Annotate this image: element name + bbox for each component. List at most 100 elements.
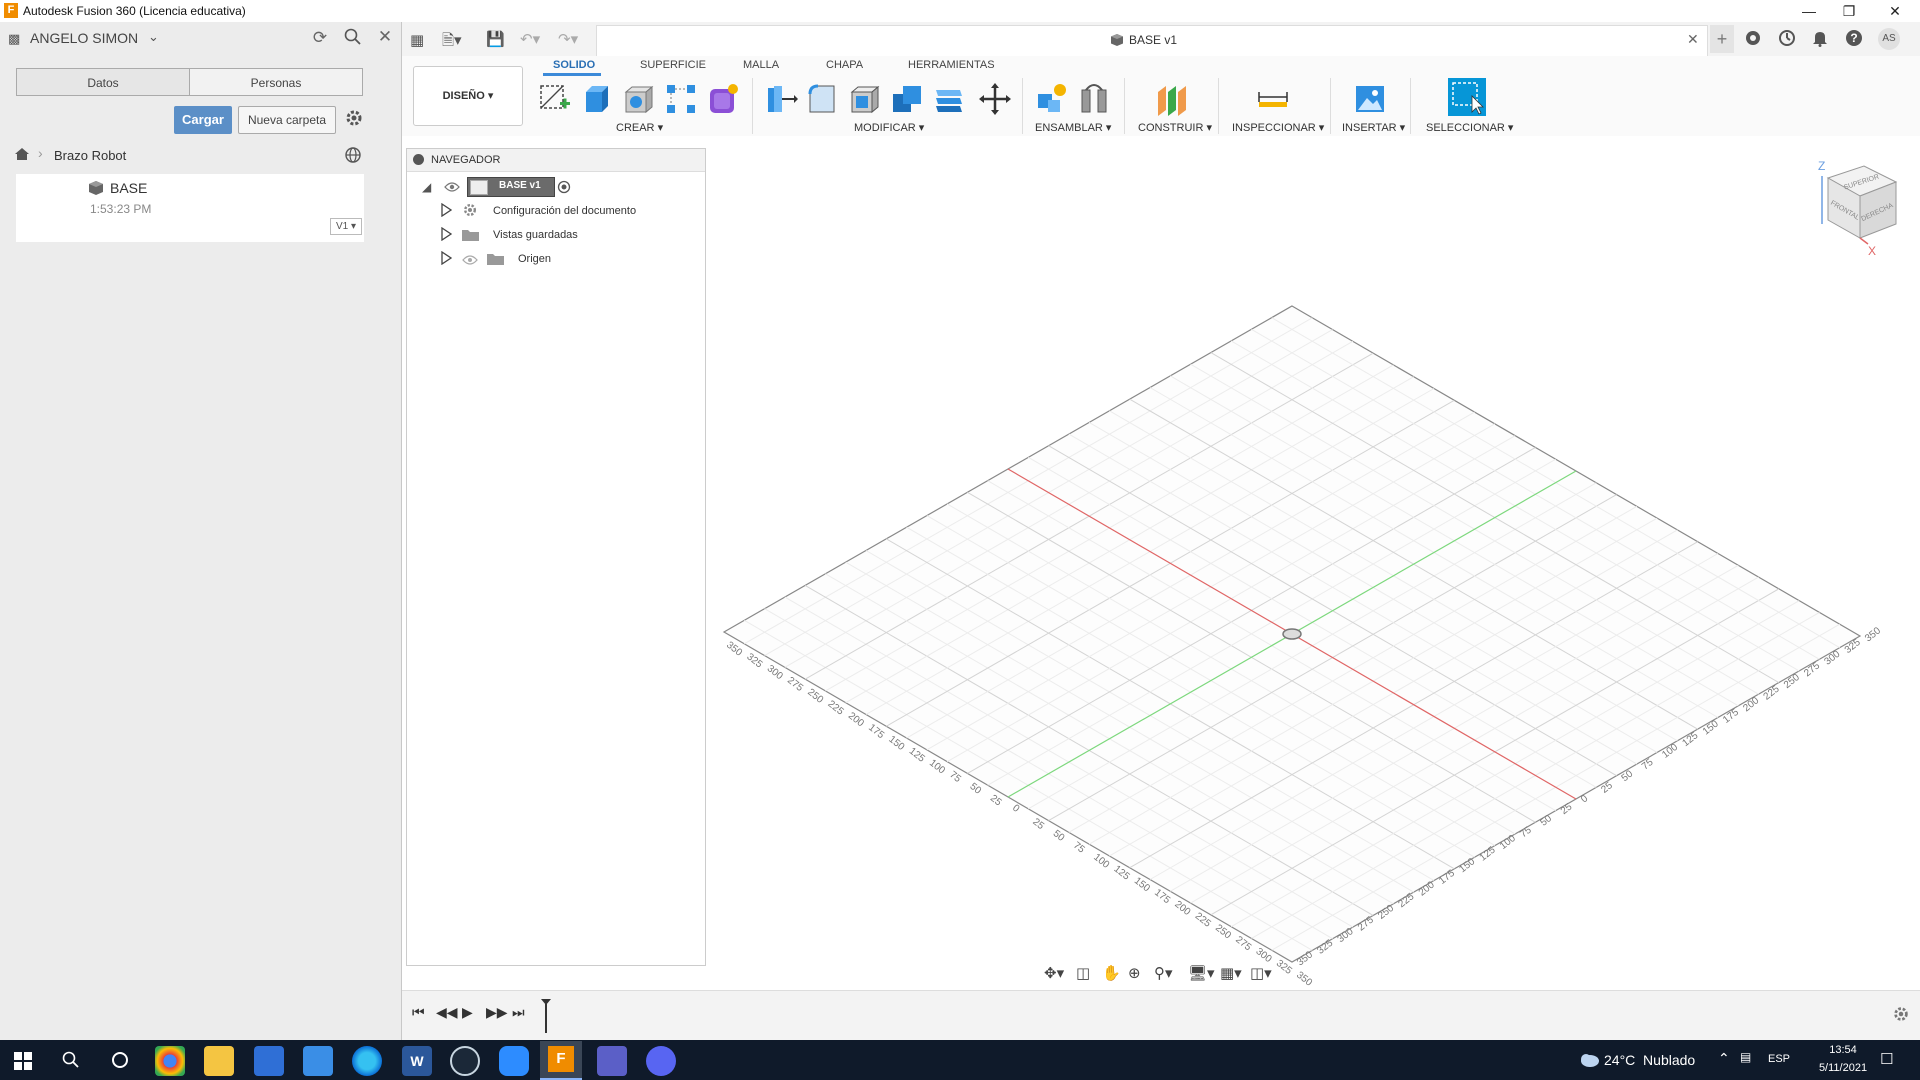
play-icon[interactable]: ▶ — [462, 1004, 473, 1021]
shell-icon[interactable] — [848, 82, 882, 116]
tab-chapa[interactable]: CHAPA — [826, 59, 863, 71]
clock-date[interactable]: 5/11/2021 — [1808, 1062, 1878, 1074]
chrome-icon[interactable] — [155, 1046, 185, 1076]
move-copy-icon[interactable] — [978, 82, 1012, 116]
orbit-icon[interactable]: ✥▾ — [1044, 964, 1064, 982]
close-panel-icon[interactable]: ✕ — [374, 27, 396, 47]
tab-solido[interactable]: SOLIDO — [553, 59, 595, 71]
save-icon[interactable]: 💾 — [486, 30, 505, 48]
view-cube[interactable]: SUPERIOR FRONTAL DERECHA Z X — [1806, 156, 1906, 258]
help-icon[interactable]: ? — [1845, 29, 1863, 52]
zoom-app-icon[interactable] — [499, 1046, 529, 1076]
zoom-icon[interactable]: ⊕ — [1128, 964, 1141, 982]
split-body-icon[interactable] — [932, 82, 966, 116]
redo-icon[interactable]: ↷▾ — [558, 30, 578, 48]
show-hidden-icons[interactable]: ⌃ — [1718, 1050, 1730, 1067]
tab-malla[interactable]: MALLA — [743, 59, 779, 71]
clock-time[interactable]: 13:54 — [1818, 1044, 1868, 1056]
extrude-icon[interactable] — [580, 82, 614, 116]
insert-image-icon[interactable] — [1353, 82, 1387, 116]
search-icon[interactable] — [344, 28, 362, 51]
tree-item-config[interactable]: Configuración del documento — [493, 205, 636, 217]
root-component-node[interactable]: BASE v1 — [467, 177, 555, 197]
microsoft-store-icon[interactable] — [254, 1046, 284, 1076]
group-ensamblar[interactable]: ENSAMBLAR ▾ — [1035, 121, 1111, 134]
group-insertar[interactable]: INSERTAR ▾ — [1342, 121, 1405, 134]
workspace-switcher[interactable]: DISEÑO ▾ — [413, 66, 523, 126]
extensions-icon[interactable] — [1744, 29, 1762, 52]
pan-icon[interactable]: ✋ — [1102, 964, 1121, 982]
pattern-icon[interactable] — [664, 82, 698, 116]
origin-point[interactable] — [1282, 628, 1302, 640]
tab-personas[interactable]: Personas — [189, 68, 363, 96]
tab-datos[interactable]: Datos — [16, 68, 190, 96]
gear-icon[interactable] — [344, 108, 364, 133]
home-icon[interactable] — [14, 147, 30, 166]
mail-icon[interactable] — [303, 1046, 333, 1076]
globe-icon[interactable] — [344, 146, 362, 169]
create-sketch-icon[interactable] — [538, 82, 572, 116]
viewports-icon[interactable]: ◫▾ — [1250, 964, 1272, 982]
timeline-marker[interactable] — [540, 999, 552, 1038]
tree-item-saved-views[interactable]: Vistas guardadas — [493, 229, 578, 241]
breadcrumb-project[interactable]: Brazo Robot — [54, 148, 126, 163]
look-at-icon[interactable]: ◫ — [1076, 964, 1090, 982]
go-to-end-icon[interactable]: ⏭ — [512, 1004, 525, 1021]
tab-superficie[interactable]: SUPERFICIE — [640, 59, 706, 71]
taskbar-active-app[interactable]: F — [540, 1041, 582, 1080]
press-pull-icon[interactable] — [764, 82, 798, 116]
job-status-icon[interactable] — [1778, 29, 1796, 52]
notifications-icon[interactable] — [1812, 29, 1828, 52]
word-icon[interactable]: W — [402, 1046, 432, 1076]
activate-radio-icon[interactable] — [557, 180, 571, 199]
new-folder-button[interactable]: Nueva carpeta — [238, 106, 336, 134]
language-indicator[interactable]: ESP — [1768, 1053, 1790, 1065]
upload-button[interactable]: Cargar — [174, 106, 232, 134]
combine-icon[interactable] — [890, 82, 924, 116]
weather-text[interactable]: 24°C Nublado — [1604, 1052, 1695, 1068]
chevron-down-icon[interactable]: ⌄ — [148, 29, 159, 45]
fit-icon[interactable]: ⚲▾ — [1154, 964, 1173, 982]
step-back-icon[interactable]: ◀◀ — [436, 1004, 458, 1021]
undo-icon[interactable]: ↶▾ — [520, 30, 540, 48]
apps-grid-icon[interactable]: ▩ — [8, 31, 20, 47]
edge-icon[interactable] — [352, 1046, 382, 1076]
hole-icon[interactable] — [622, 82, 656, 116]
new-component-icon[interactable] — [1034, 82, 1068, 116]
form-icon[interactable] — [706, 82, 740, 116]
collapse-triangle-icon[interactable]: ◢ — [422, 180, 431, 194]
display-settings-icon[interactable]: 🖥▾ — [1188, 964, 1215, 982]
tree-item-origin[interactable]: Origen — [518, 253, 551, 265]
file-menu-icon[interactable]: 🗎▾ — [442, 30, 462, 55]
notification-center-icon[interactable]: ☐ — [1880, 1050, 1893, 1068]
windows-start-icon[interactable] — [14, 1052, 32, 1075]
fillet-icon[interactable] — [806, 82, 840, 116]
expand-arrow-icon[interactable] — [440, 250, 453, 270]
group-inspeccionar[interactable]: INSPECCIONAR ▾ — [1232, 121, 1324, 134]
group-construir[interactable]: CONSTRUIR ▾ — [1138, 121, 1212, 134]
new-tab-icon[interactable]: + — [1710, 25, 1734, 53]
close-tab-icon[interactable]: ✕ — [1687, 31, 1699, 48]
file-card[interactable]: BASE 1:53:23 PM V1 ▾ — [16, 174, 364, 242]
apps-grid-icon[interactable]: ▦ — [410, 31, 424, 49]
step-forward-icon[interactable]: ▶▶ — [486, 1004, 508, 1021]
version-badge[interactable]: V1 ▾ — [330, 218, 362, 235]
refresh-icon[interactable]: ⟳ — [309, 28, 331, 48]
expand-arrow-icon[interactable] — [440, 202, 453, 222]
discord-icon[interactable] — [646, 1046, 676, 1076]
network-icon[interactable]: ▤ — [1740, 1050, 1751, 1064]
select-icon[interactable] — [1448, 78, 1486, 116]
close-window-icon[interactable]: ✕ — [1872, 0, 1918, 22]
restore-icon[interactable]: ❐ — [1826, 0, 1872, 22]
file-explorer-icon[interactable] — [204, 1046, 234, 1076]
collapse-panel-icon[interactable] — [413, 154, 424, 165]
visibility-eye-icon[interactable] — [444, 180, 460, 198]
group-crear[interactable]: CREAR ▾ — [616, 121, 663, 134]
user-name[interactable]: ANGELO SIMON — [30, 30, 138, 46]
expand-arrow-icon[interactable] — [440, 226, 453, 246]
timeline-settings-icon[interactable] — [1892, 1005, 1910, 1028]
group-modificar[interactable]: MODIFICAR ▾ — [854, 121, 924, 134]
joint-icon[interactable] — [1078, 82, 1112, 116]
steam-icon[interactable] — [450, 1046, 480, 1076]
search-icon[interactable] — [62, 1051, 80, 1074]
